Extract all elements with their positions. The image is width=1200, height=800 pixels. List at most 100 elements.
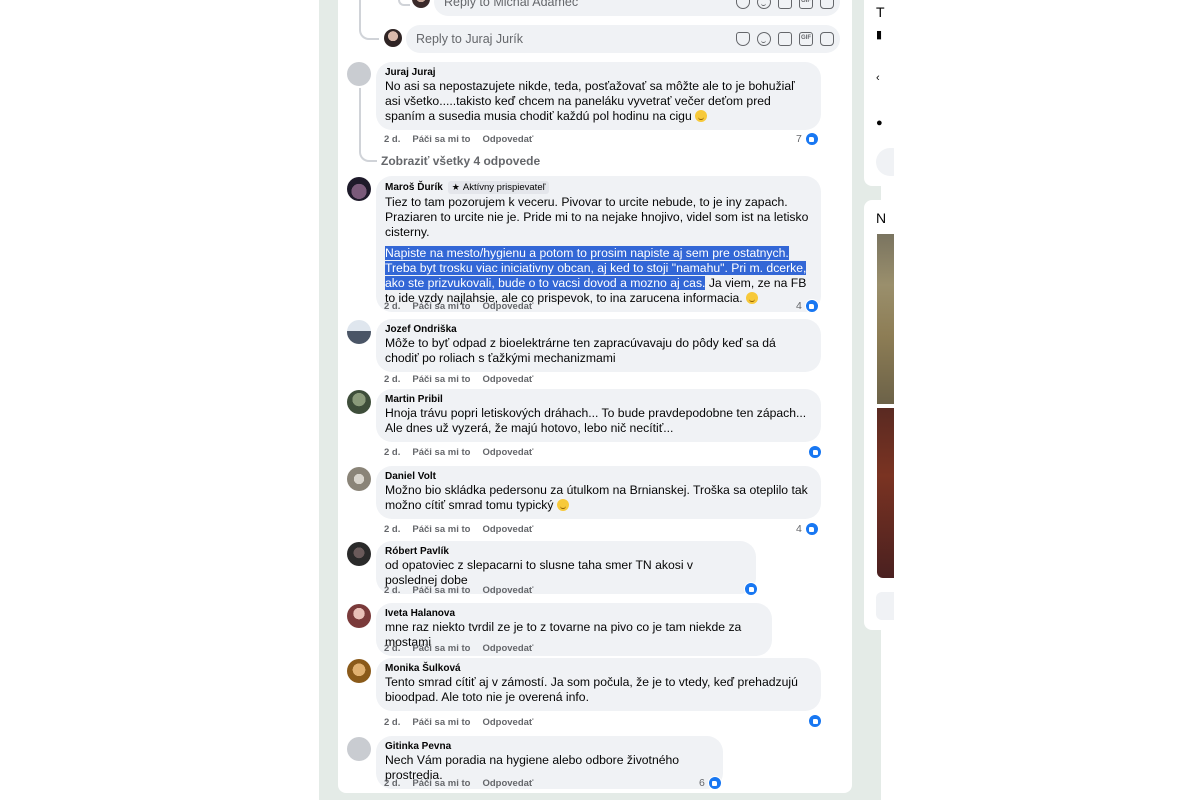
comment-bubble: Daniel Volt Možno bio skládka pedersonu … <box>376 466 821 519</box>
camera-icon[interactable] <box>778 0 792 9</box>
comment-bubble: Maroš Ďurík ★ Aktívny prispievateľ Tiez t… <box>376 176 821 312</box>
reply-action[interactable]: Odpovedať <box>482 778 533 789</box>
avatar[interactable] <box>347 390 371 414</box>
like-action[interactable]: Páči sa mi to <box>412 447 470 458</box>
comment-actions: 2 d. Páči sa mi to Odpovedať <box>384 717 533 728</box>
gif-icon[interactable]: GIF <box>799 32 813 46</box>
emoji-icon[interactable] <box>757 0 771 9</box>
avatar-sticker-icon[interactable] <box>736 32 750 46</box>
right-card-more-button[interactable] <box>876 592 894 620</box>
avatar[interactable] <box>347 62 371 86</box>
comment-text: Môže to byť odpad z bioelektrárne ten za… <box>385 336 776 365</box>
right-card-heading: T <box>876 4 885 20</box>
reaction-count[interactable]: 7 <box>796 132 819 146</box>
status-badge: ★ Aktívny prispievateľ <box>447 181 550 194</box>
reaction-count[interactable] <box>741 582 758 596</box>
comment-author[interactable]: Monika Šulková <box>385 663 461 674</box>
reply-action[interactable]: Odpovedať <box>482 524 533 535</box>
like-action[interactable]: Páči sa mi to <box>412 643 470 654</box>
like-action[interactable]: Páči sa mi to <box>412 585 470 596</box>
reaction-count[interactable]: 4 <box>796 299 819 313</box>
like-action[interactable]: Páči sa mi to <box>412 524 470 535</box>
sticker-icon[interactable] <box>820 0 834 9</box>
reply-action[interactable]: Odpovedať <box>482 643 533 654</box>
reaction-count[interactable] <box>805 445 822 459</box>
pin-icon: ▮ <box>876 29 883 41</box>
thread-connector <box>359 140 377 162</box>
avatar[interactable] <box>347 604 371 628</box>
right-sidebar-media-card: N <box>864 200 894 630</box>
comment-time[interactable]: 2 d. <box>384 374 400 385</box>
reply-input[interactable]: Reply to Michal Adamec GIF <box>434 0 840 16</box>
avatar[interactable] <box>347 467 371 491</box>
comment-text: Tento smrad cítiť aj v zámostí. Ja som p… <box>385 675 798 704</box>
reply-action[interactable]: Odpovedať <box>482 717 533 728</box>
avatar[interactable] <box>347 177 371 201</box>
comment-author[interactable]: Iveta Halanova <box>385 608 455 619</box>
comment-author[interactable]: Maroš Ďurík <box>385 182 443 193</box>
reaction-count[interactable]: 6 <box>699 776 722 790</box>
star-icon: ★ <box>451 182 460 192</box>
comment-text: No asi sa nepostazujete nikde, teda, pos… <box>385 79 795 123</box>
comment-actions: 2 d. Páči sa mi to Odpovedať <box>384 301 533 312</box>
like-icon <box>808 445 822 459</box>
comment-author[interactable]: Daniel Volt <box>385 471 436 482</box>
comment-author[interactable]: Martin Pribil <box>385 394 443 405</box>
gif-icon[interactable]: GIF <box>799 0 813 9</box>
comment-actions: 2 d. Páči sa mi to Odpovedať <box>384 374 533 385</box>
avatar[interactable] <box>384 29 402 47</box>
comment-actions: 2 d. Páči sa mi to Odpovedať <box>384 778 533 789</box>
like-action[interactable]: Páči sa mi to <box>412 717 470 728</box>
like-icon <box>804 299 819 313</box>
comment-time[interactable]: 2 d. <box>384 134 400 145</box>
like-action[interactable]: Páči sa mi to <box>412 778 470 789</box>
comment-text: Hnoja trávu popri letiskových dráhach...… <box>385 406 807 435</box>
like-icon <box>804 132 819 146</box>
comment-time[interactable]: 2 d. <box>384 717 400 728</box>
sticker-icon[interactable] <box>820 32 834 46</box>
like-action[interactable]: Páči sa mi to <box>412 374 470 385</box>
like-action[interactable]: Páči sa mi to <box>412 301 470 312</box>
chevron-left-icon[interactable]: ‹ <box>876 73 884 84</box>
reply-action[interactable]: Odpovedať <box>482 374 533 385</box>
comment-time[interactable]: 2 d. <box>384 447 400 458</box>
comment-time[interactable]: 2 d. <box>384 301 400 312</box>
reply-action[interactable]: Odpovedať <box>482 447 533 458</box>
avatar[interactable] <box>347 659 371 683</box>
comment-author[interactable]: Róbert Pavlík <box>385 546 449 557</box>
reaction-count[interactable] <box>805 714 822 728</box>
media-thumbnail-2[interactable] <box>877 408 894 578</box>
comment-bubble: Martin Pribil Hnoja trávu popri letiskov… <box>376 389 821 442</box>
smile-emoji-icon <box>556 499 569 511</box>
comment-time[interactable]: 2 d. <box>384 643 400 654</box>
comment-actions: 2 d. Páči sa mi to Odpovedať <box>384 585 533 596</box>
reply-input[interactable]: Reply to Juraj Jurík GIF <box>406 25 840 53</box>
comment-time[interactable]: 2 d. <box>384 524 400 535</box>
avatar[interactable] <box>347 737 371 761</box>
view-more-replies[interactable]: Zobraziť všetky 4 odpovede <box>381 154 540 168</box>
like-count: 4 <box>796 523 802 535</box>
comment-time[interactable]: 2 d. <box>384 585 400 596</box>
media-thumbnail-1[interactable] <box>877 234 894 404</box>
like-action[interactable]: Páči sa mi to <box>412 134 470 145</box>
right-card-button[interactable] <box>876 148 894 176</box>
avatar[interactable] <box>347 542 371 566</box>
camera-icon[interactable] <box>778 32 792 46</box>
comment-author[interactable]: Gitinka Pevna <box>385 741 451 752</box>
badge-label: Aktívny prispievateľ <box>462 182 546 193</box>
like-count: 7 <box>796 133 802 145</box>
comment-bubble: Juraj Juraj No asi sa nepostazujete nikd… <box>376 62 821 130</box>
reply-action[interactable]: Odpovedať <box>482 134 533 145</box>
like-icon <box>804 522 819 536</box>
reply-action[interactable]: Odpovedať <box>482 585 533 596</box>
comment-text: Možno bio skládka pedersonu za útulkom n… <box>385 483 808 512</box>
comment-author[interactable]: Juraj Juraj <box>385 67 436 78</box>
comment-author[interactable]: Jozef Ondriška <box>385 324 457 335</box>
avatar-sticker-icon[interactable] <box>736 0 750 9</box>
reply-action[interactable]: Odpovedať <box>482 301 533 312</box>
like-icon <box>744 582 758 596</box>
avatar[interactable] <box>347 320 371 344</box>
comment-time[interactable]: 2 d. <box>384 778 400 789</box>
reaction-count[interactable]: 4 <box>796 522 819 536</box>
emoji-icon[interactable] <box>757 32 771 46</box>
